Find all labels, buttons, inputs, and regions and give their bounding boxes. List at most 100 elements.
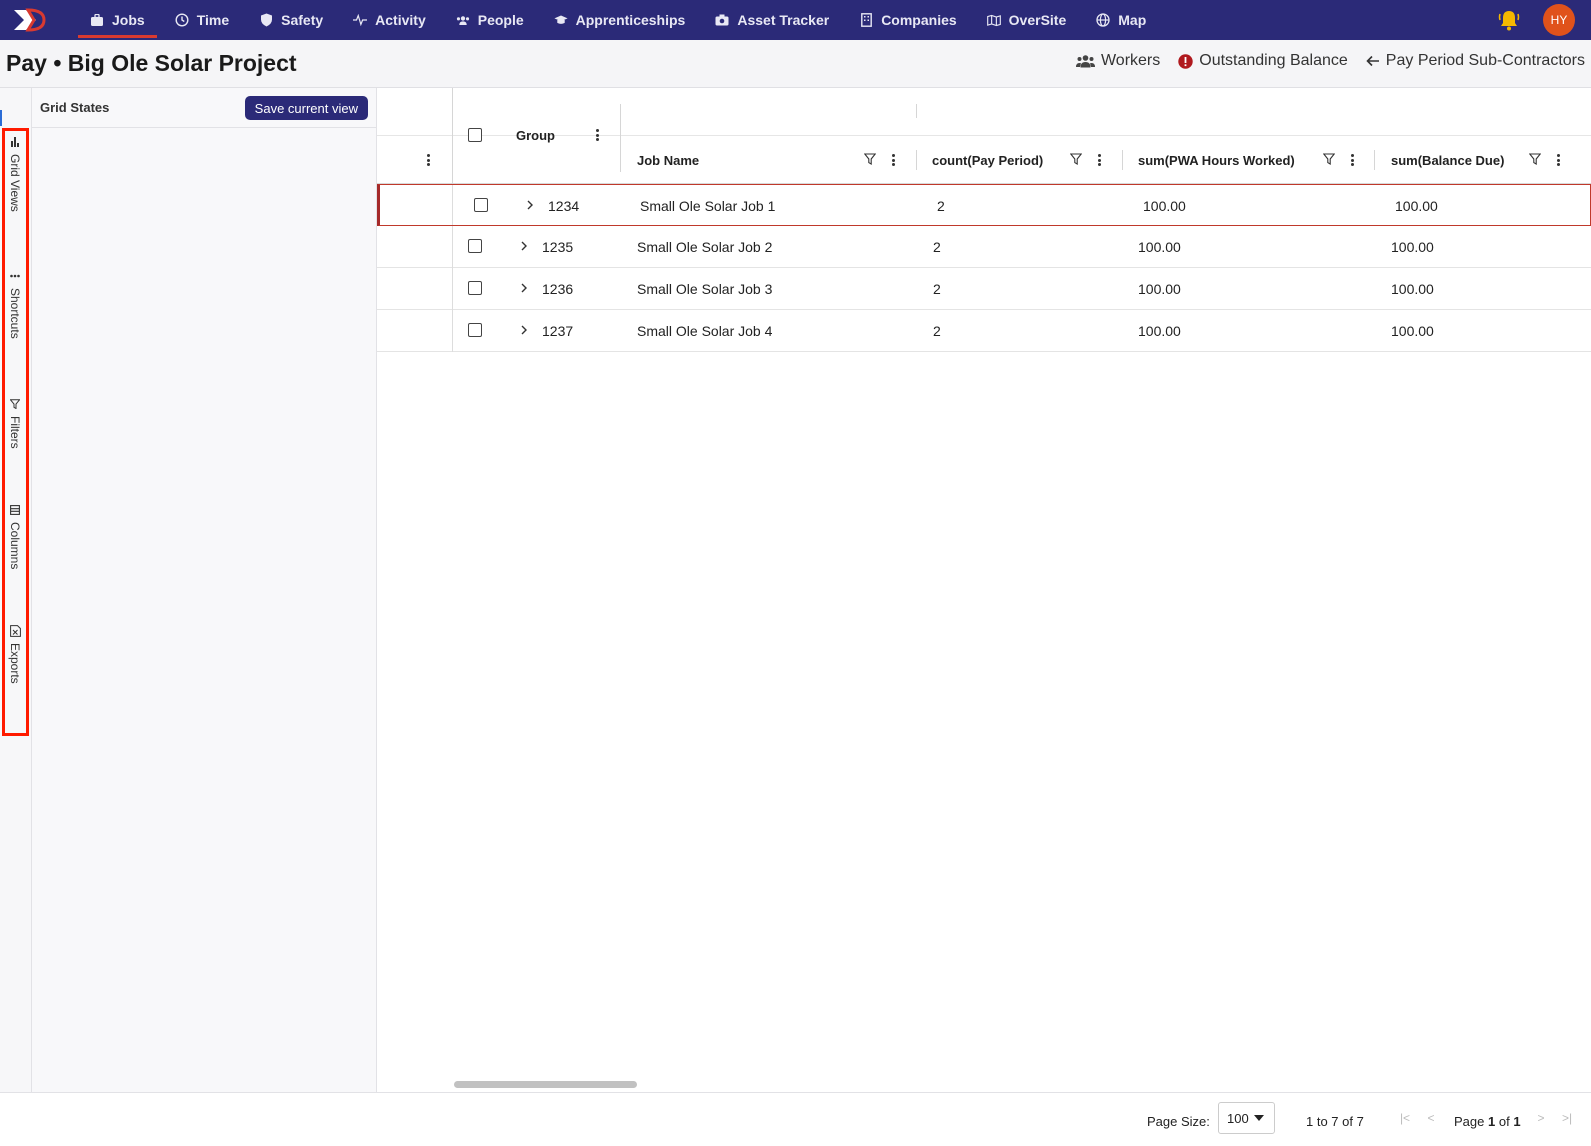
- hours-cell: 100.00: [1138, 281, 1181, 297]
- job-name-cell: Small Ole Solar Job 2: [637, 239, 773, 255]
- filter-icon[interactable]: [1529, 153, 1541, 165]
- page-current: 1: [1488, 1114, 1496, 1129]
- page-size-label: Page Size:: [1147, 1114, 1210, 1129]
- pay-period-sub-contractors-label: Pay Period Sub-Contractors: [1385, 52, 1585, 69]
- filter-icon[interactable]: [1323, 153, 1335, 165]
- workers-label: Workers: [1100, 52, 1161, 69]
- nav-item-people[interactable]: People: [444, 0, 536, 40]
- column-header-sum-balance-due[interactable]: sum(Balance Due): [1391, 153, 1504, 168]
- tab-exports[interactable]: Exports: [4, 625, 26, 684]
- group-column-menu-icon[interactable]: [595, 129, 599, 141]
- balance-cell: 100.00: [1391, 281, 1434, 297]
- chevron-right-icon[interactable]: [525, 200, 535, 210]
- outstanding-balance-link[interactable]: Outstanding Balance: [1178, 52, 1348, 70]
- tab-filters[interactable]: Filters: [4, 398, 26, 449]
- row-checkbox[interactable]: [468, 281, 482, 295]
- column-header-sum-pwa-hours-worked[interactable]: sum(PWA Hours Worked): [1138, 153, 1295, 168]
- header-group-row: [377, 88, 1591, 136]
- nav-item-safety[interactable]: Safety: [247, 0, 335, 40]
- nav-item-label: Safety: [281, 12, 324, 28]
- row-checkbox[interactable]: [474, 198, 488, 212]
- app-logo[interactable]: [12, 6, 48, 34]
- tab-shortcuts[interactable]: Shortcuts: [4, 270, 26, 339]
- next-page-icon[interactable]: >: [1534, 1111, 1548, 1125]
- header-row: Job Name count(Pay Period) sum(PWA Hours…: [377, 104, 1591, 184]
- nav-item-oversite[interactable]: OverSite: [975, 0, 1079, 40]
- page-size-select[interactable]: 100: [1218, 1102, 1275, 1134]
- count-cell: 2: [933, 239, 941, 255]
- job-name-cell: Small Ole Solar Job 4: [637, 323, 773, 339]
- graduation-cap-icon: [554, 13, 568, 27]
- row-range: 1 to 7 of 7: [1306, 1114, 1364, 1129]
- column-header-job-name[interactable]: Job Name: [637, 153, 699, 168]
- chevron-right-icon[interactable]: [519, 241, 529, 251]
- arrow-left-icon: [1366, 55, 1380, 67]
- nav-item-asset-tracker[interactable]: Asset Tracker: [703, 0, 841, 40]
- nav-item-label: Companies: [881, 12, 957, 28]
- data-grid: Job Name count(Pay Period) sum(PWA Hours…: [377, 88, 1591, 1108]
- table-row[interactable]: 1236 Small Ole Solar Job 3 2 100.00 100.…: [377, 268, 1591, 310]
- row-checkbox[interactable]: [468, 323, 482, 337]
- select-all-checkbox[interactable]: [468, 128, 482, 142]
- column-menu-icon[interactable]: [891, 154, 895, 166]
- count-cell: 2: [933, 323, 941, 339]
- pinned-column-menu-icon[interactable]: [426, 154, 430, 166]
- column-menu-icon[interactable]: [1556, 154, 1560, 166]
- column-separator: [1122, 150, 1123, 170]
- filter-icon[interactable]: [864, 153, 876, 165]
- table-row[interactable]: 1234 Small Ole Solar Job 1 2 100.00 100.…: [377, 184, 1591, 226]
- nav-item-time[interactable]: Time: [163, 0, 241, 40]
- row-checkbox[interactable]: [468, 239, 482, 253]
- workers-link[interactable]: Workers: [1075, 52, 1161, 70]
- pulse-icon: [353, 13, 368, 27]
- chevron-right-icon[interactable]: [519, 283, 529, 293]
- nav-item-companies[interactable]: Companies: [847, 0, 968, 40]
- globe-icon: [1096, 13, 1110, 27]
- nav-item-jobs[interactable]: Jobs: [78, 0, 157, 40]
- avatar[interactable]: HY: [1543, 4, 1575, 36]
- column-menu-icon[interactable]: [1350, 154, 1354, 166]
- nav-item-label: OverSite: [1008, 12, 1067, 28]
- table-row[interactable]: 1235 Small Ole Solar Job 2 2 100.00 100.…: [377, 226, 1591, 268]
- nav-item-label: People: [477, 12, 524, 28]
- tab-label: Shortcuts: [8, 288, 22, 339]
- active-indicator: [0, 110, 2, 126]
- count-cell: 2: [937, 198, 945, 214]
- column-separator: [452, 88, 453, 136]
- column-header-count-pay-period[interactable]: count(Pay Period): [932, 153, 1043, 168]
- pagination-bar: Page Size: 100 1 to 7 of 7 |< < Page 1 o…: [0, 1092, 1591, 1146]
- excel-file-icon: [9, 625, 21, 637]
- tab-columns[interactable]: Columns: [4, 504, 26, 569]
- column-separator: [916, 150, 917, 170]
- top-nav: Jobs Time Safety Activity People Apprent…: [0, 0, 1591, 40]
- chevron-right-icon[interactable]: [519, 325, 529, 335]
- filter-icon: [9, 398, 21, 410]
- previous-page-icon[interactable]: <: [1424, 1111, 1438, 1125]
- balance-cell: 100.00: [1391, 323, 1434, 339]
- page-header: Pay • Big Ole Solar Project Workers Outs…: [0, 40, 1591, 88]
- filter-icon[interactable]: [1070, 153, 1082, 165]
- column-separator: [1374, 150, 1375, 170]
- grid-states-panel: Grid States Save current view: [32, 88, 377, 1108]
- pay-period-sub-contractors-link[interactable]: Pay Period Sub-Contractors: [1366, 52, 1585, 70]
- bell-icon[interactable]: [1497, 8, 1521, 32]
- column-separator: [620, 104, 621, 172]
- columns-icon: [9, 504, 21, 516]
- horizontal-scrollbar[interactable]: [454, 1081, 637, 1088]
- avatar-initials: HY: [1550, 13, 1568, 27]
- table-row[interactable]: 1237 Small Ole Solar Job 4 2 100.00 100.…: [377, 310, 1591, 352]
- nav-item-map[interactable]: Map: [1084, 0, 1158, 40]
- nav-item-label: Asset Tracker: [737, 12, 830, 28]
- nav-item-label: Map: [1118, 12, 1147, 28]
- save-current-view-button[interactable]: Save current view: [244, 96, 368, 120]
- tab-grid-views[interactable]: Grid Views: [4, 136, 26, 212]
- nav-item-activity[interactable]: Activity: [341, 0, 438, 40]
- column-menu-icon[interactable]: [1097, 154, 1101, 166]
- last-page-icon[interactable]: >|: [1560, 1111, 1574, 1125]
- nav-item-apprenticeships[interactable]: Apprenticeships: [542, 0, 698, 40]
- people-icon: [456, 13, 470, 27]
- outstanding-balance-label: Outstanding Balance: [1199, 52, 1348, 69]
- caret-down-icon: [1254, 1115, 1264, 1121]
- column-header-group[interactable]: Group: [516, 128, 555, 143]
- first-page-icon[interactable]: |<: [1398, 1111, 1412, 1125]
